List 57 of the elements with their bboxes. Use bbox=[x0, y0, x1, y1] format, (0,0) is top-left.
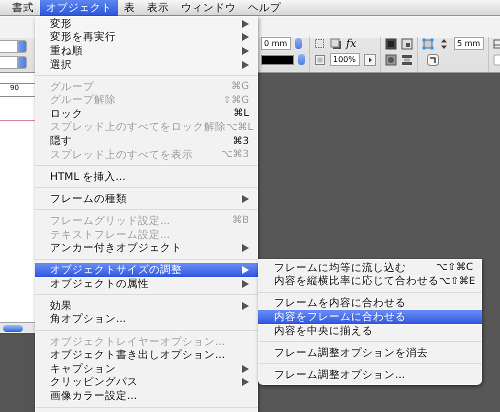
menu-item[interactable]: フレーム調整オプション... bbox=[258, 368, 482, 382]
corner-size-field[interactable]: 5 mm bbox=[454, 37, 484, 50]
menu-item[interactable]: フレームを内容に合わせる bbox=[258, 296, 482, 310]
shortcut-label: ⌥⇧⌘E bbox=[439, 276, 476, 287]
menu-item[interactable]: 選択 bbox=[35, 58, 258, 72]
menu-item[interactable]: 隠す ⌘3 bbox=[35, 134, 258, 148]
shortcut-label: ⌘B bbox=[232, 215, 249, 226]
offset-field[interactable]: 0 mm bbox=[261, 37, 291, 50]
menu-item[interactable]: 内容をフレームに合わせる bbox=[258, 310, 482, 324]
menu-item[interactable]: クリッピングパス bbox=[35, 376, 258, 390]
opacity-field[interactable]: 100% bbox=[330, 53, 360, 66]
menu-item[interactable]: キャプション bbox=[35, 362, 258, 376]
scroll-bar[interactable] bbox=[0, 322, 35, 333]
shortcut-label: ⇧⌘G bbox=[222, 94, 249, 106]
menu-item[interactable]: 内容を中央に揃える bbox=[258, 324, 482, 338]
menu-item[interactable]: 画像カラー設定... bbox=[35, 389, 258, 403]
menu-item[interactable]: 効果 bbox=[35, 299, 258, 313]
menu-item[interactable]: HTML を挿入... bbox=[35, 170, 258, 184]
menu-bar-item[interactable]: 表示 bbox=[141, 0, 175, 16]
play-icon[interactable] bbox=[364, 54, 376, 66]
menu-item[interactable]: フレーム調整オプションを消去 bbox=[258, 346, 482, 360]
menu-item[interactable]: 重ね順 bbox=[35, 44, 258, 58]
menu-item[interactable]: フレームに均等に流し込む ⌥⇧⌘C bbox=[258, 261, 482, 275]
dropdown-field[interactable] bbox=[0, 56, 27, 69]
shortcut-label: ⌥⌘L bbox=[226, 122, 254, 133]
menu-bar-item[interactable]: ヘルプ bbox=[242, 0, 287, 16]
corner-icon[interactable] bbox=[422, 38, 434, 50]
dropdown-field[interactable] bbox=[0, 40, 27, 53]
stepper-icon[interactable] bbox=[438, 38, 450, 50]
menu-item[interactable]: 変形を再実行 bbox=[35, 30, 258, 44]
menu-item[interactable]: オブジェクト書き出しオプション... bbox=[35, 348, 258, 362]
menu-item[interactable]: ロック ⌘L bbox=[35, 107, 258, 121]
shortcut-label: ⌘3 bbox=[232, 136, 249, 147]
shortcut-label: ⌥⌘3 bbox=[221, 149, 249, 160]
menu-bar-item[interactable]: オブジェクト bbox=[40, 0, 118, 16]
stepper-button[interactable] bbox=[295, 38, 302, 49]
menu-item[interactable]: 角オプション... bbox=[35, 312, 258, 326]
menu-item[interactable]: 変形 bbox=[35, 17, 258, 31]
opacity-icon[interactable] bbox=[314, 54, 326, 66]
menu-bar-item[interactable]: 表 bbox=[118, 0, 141, 16]
menu-item[interactable]: オブジェクトサイズの調整 bbox=[35, 263, 258, 277]
menu-bar-item[interactable]: 書式 bbox=[6, 0, 40, 16]
shortcut-label: ⌘G bbox=[231, 81, 249, 92]
menu-item[interactable]: 内容を縦横比率に応じて合わせる⌥⇧⌘E bbox=[258, 274, 482, 288]
shortcut-label: ⌘L bbox=[233, 108, 249, 120]
shadow-icon[interactable] bbox=[330, 38, 342, 50]
shortcut-label: ⌥⇧⌘C bbox=[436, 262, 473, 274]
menu-item[interactable]: アンカー付きオブジェクト bbox=[35, 241, 258, 255]
stroke-swatch[interactable] bbox=[261, 54, 294, 64]
menu-item[interactable]: オブジェクトの属性 bbox=[35, 277, 258, 291]
stepper-button[interactable] bbox=[298, 54, 305, 65]
wrap-icon[interactable] bbox=[401, 38, 413, 50]
effects-button[interactable]: fx bbox=[346, 38, 356, 50]
wrap-icon[interactable] bbox=[385, 38, 397, 50]
menu-item[interactable]: フレームの種類 bbox=[35, 192, 258, 206]
frame-icon[interactable] bbox=[314, 38, 326, 50]
menu-bar-item[interactable]: ウィンドウ bbox=[175, 0, 242, 16]
